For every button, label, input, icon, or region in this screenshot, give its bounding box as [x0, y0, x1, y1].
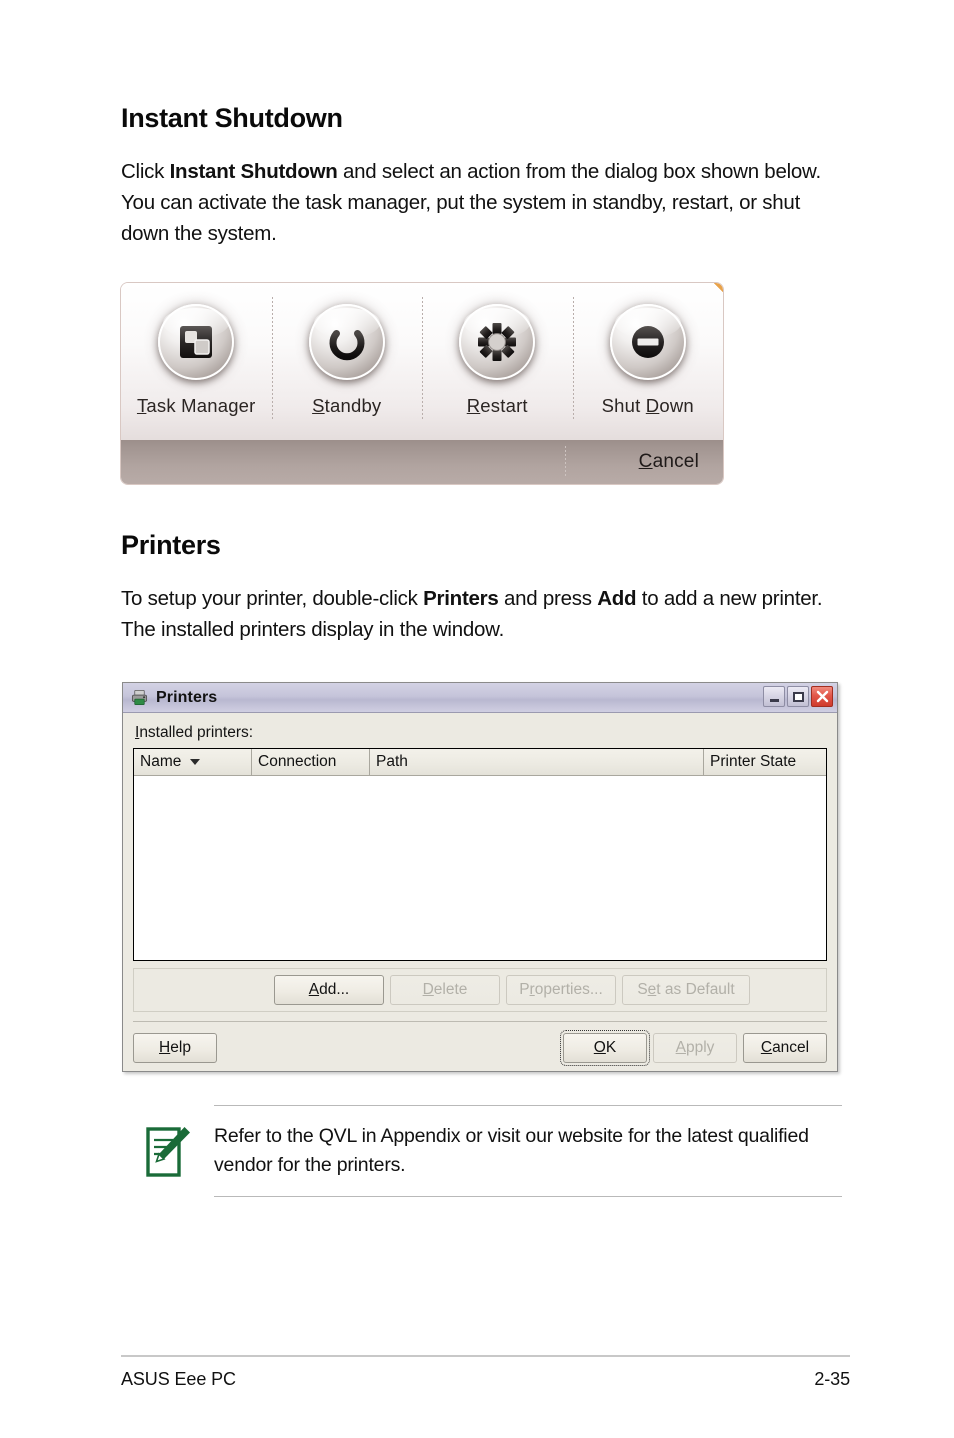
shutdown-actions-row: Task Manager Standby Restart Shut Down — [121, 283, 723, 440]
paragraph-instant-shutdown: Click Instant Shutdown and select an act… — [121, 156, 851, 249]
printer-properties-button[interactable]: Pr operties... — [506, 975, 616, 1005]
help-button[interactable]: Help — [133, 1033, 217, 1063]
text-run: To setup your printer, double-click — [121, 586, 424, 610]
shutdown-cancel-button[interactable]: Cancel — [639, 451, 723, 473]
set-as-default-button[interactable]: Set as Default — [622, 975, 750, 1005]
column-header-connection[interactable]: Connection — [252, 749, 370, 775]
window-controls — [763, 686, 833, 707]
installed-printers-list[interactable]: Name Connection Path Printer State — [133, 748, 827, 961]
close-button[interactable] — [811, 686, 833, 707]
section-instant-shutdown: Instant Shutdown Click Instant Shutdown … — [121, 103, 851, 249]
restart-gear-glyph — [478, 323, 517, 361]
list-rows-empty — [134, 776, 826, 960]
page-footer: ASUS Eee PC 2-35 — [121, 1355, 850, 1390]
minimize-button[interactable] — [763, 686, 785, 707]
page-title-instant-shutdown: Instant Shutdown — [121, 103, 343, 133]
shutdown-action-standby[interactable]: Standby — [271, 283, 423, 440]
footer-page-number: 2-35 — [814, 1369, 850, 1389]
ok-button[interactable]: OK — [560, 1030, 650, 1066]
column-header-label: Printer State — [710, 753, 797, 770]
text-run: and press — [498, 586, 598, 610]
shut-down-icon — [609, 304, 686, 380]
close-icon — [816, 690, 828, 703]
printers-window: Printers Installed printers: Name Connec… — [122, 682, 838, 1072]
printers-dialog-footer: Help OK Apply Cancel — [133, 1021, 827, 1066]
shutdown-action-label: Shut Down — [601, 395, 694, 416]
shutdown-action-label: Restart — [466, 395, 528, 416]
column-header-label: Name — [140, 753, 182, 770]
column-header-printer-state[interactable]: Printer State — [704, 749, 826, 775]
delete-printer-button[interactable]: Delete — [390, 975, 500, 1005]
footer-product-name: ASUS Eee PC — [121, 1369, 236, 1389]
shut-down-glyph — [631, 326, 664, 358]
power-standby-icon — [308, 304, 385, 380]
cancel-button[interactable]: Cancel — [743, 1033, 827, 1063]
restart-gear-icon — [459, 304, 536, 380]
note-pencil-icon — [146, 1127, 190, 1177]
column-header-path[interactable]: Path — [370, 749, 704, 775]
shutdown-action-label: Task Manager — [136, 395, 256, 416]
text-run-bold: Add — [597, 586, 637, 610]
sort-descending-icon — [190, 759, 201, 765]
page-title-printers: Printers — [121, 530, 221, 560]
note-callout: Refer to the QVL in Appendix or visit ou… — [144, 1105, 842, 1197]
shutdown-dialog-footer: Cancel — [121, 440, 723, 484]
add-printer-button[interactable]: Add... — [274, 975, 384, 1005]
printers-window-title: Printers — [156, 688, 218, 706]
column-header-label: Connection — [258, 753, 337, 770]
note-text: Refer to the QVL in Appendix or visit ou… — [214, 1125, 809, 1176]
printer-icon — [131, 689, 148, 706]
instant-shutdown-dialog: Task Manager Standby Restart Shut Down C… — [121, 283, 723, 484]
maximize-button[interactable] — [787, 686, 809, 707]
text-run-bold: Instant Shutdown — [169, 159, 338, 183]
power-standby-glyph — [329, 323, 365, 361]
text-run-bold: Printers — [423, 586, 499, 610]
apply-button[interactable]: Apply — [653, 1033, 737, 1063]
text-run: Click — [121, 159, 170, 183]
task-manager-glyph — [180, 326, 213, 358]
column-header-label: Path — [376, 753, 408, 770]
manual-page: Instant Shutdown Click Instant Shutdown … — [0, 0, 954, 1438]
shutdown-action-shut-down[interactable]: Shut Down — [572, 283, 724, 440]
printers-window-titlebar[interactable]: Printers — [123, 683, 837, 713]
maximize-icon — [792, 691, 804, 702]
paragraph-printers: To setup your printer, double-click Prin… — [121, 583, 851, 645]
shutdown-action-label: Standby — [312, 395, 382, 416]
task-manager-icon — [158, 304, 235, 380]
note-body: Refer to the QVL in Appendix or visit ou… — [214, 1105, 842, 1197]
column-header-name[interactable]: Name — [134, 749, 252, 775]
section-printers: Printers To setup your printer, double-c… — [121, 530, 851, 645]
installed-printers-label: Installed printers: — [135, 724, 254, 741]
shutdown-action-restart[interactable]: Restart — [422, 283, 573, 440]
shutdown-action-task-manager[interactable]: Task Manager — [121, 283, 272, 440]
list-header-row: Name Connection Path Printer State — [134, 749, 826, 776]
printers-action-bar: Add... Delete Pr operties... Set as Defau… — [133, 968, 827, 1012]
minimize-icon — [769, 698, 779, 702]
printers-window-body: Installed printers: Name Connection Path… — [123, 713, 837, 1072]
